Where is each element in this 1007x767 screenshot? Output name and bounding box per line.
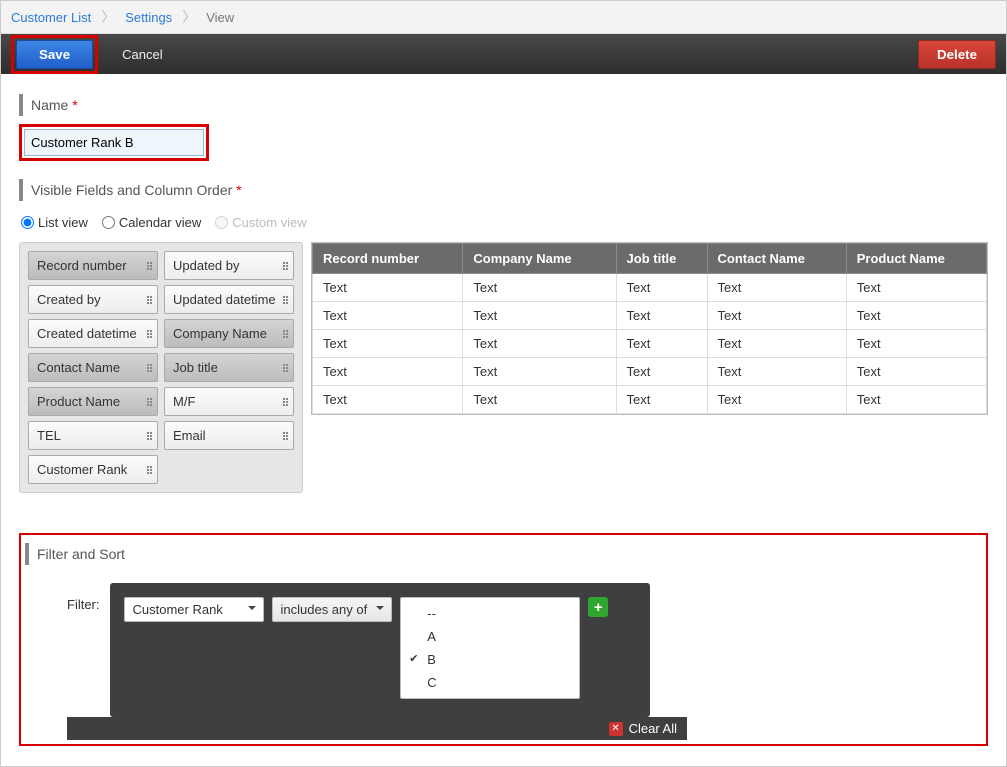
field-chip[interactable]: Created datetime — [28, 319, 158, 348]
field-chip[interactable]: TEL — [28, 421, 158, 450]
field-chip[interactable]: Company Name — [164, 319, 294, 348]
filter-label: Filter: — [67, 583, 100, 612]
grid-cell: Text — [846, 386, 986, 414]
grid-cell: Text — [707, 358, 846, 386]
required-asterisk-icon: * — [236, 182, 241, 198]
field-chip[interactable]: Updated by — [164, 251, 294, 280]
view-name-input[interactable] — [24, 129, 204, 156]
save-highlight: Save — [11, 35, 98, 74]
filter-sort-section-label: Filter and Sort — [25, 543, 986, 565]
filter-operator-select[interactable]: includes any of — [272, 597, 393, 622]
preview-grid: Record numberCompany NameJob titleContac… — [311, 242, 988, 415]
required-asterisk-icon: * — [72, 97, 77, 113]
table-row: TextTextTextTextText — [313, 302, 987, 330]
grid-cell: Text — [707, 386, 846, 414]
breadcrumb-current: View — [206, 10, 234, 25]
delete-button[interactable]: Delete — [918, 40, 996, 69]
grid-cell: Text — [313, 274, 463, 302]
grid-cell: Text — [616, 386, 707, 414]
grid-cell: Text — [846, 274, 986, 302]
grid-cell: Text — [616, 274, 707, 302]
grid-cell: Text — [707, 274, 846, 302]
radio-calendar-view[interactable]: Calendar view — [102, 215, 201, 230]
name-input-highlight — [19, 124, 209, 161]
breadcrumb-separator-icon: 〉 — [182, 7, 196, 27]
radio-list-view[interactable]: List view — [21, 215, 88, 230]
breadcrumb-link[interactable]: Settings — [125, 10, 172, 25]
field-chip[interactable]: Contact Name — [28, 353, 158, 382]
clear-all-icon[interactable]: ✕ — [609, 722, 623, 736]
grid-cell: Text — [463, 274, 616, 302]
table-row: TextTextTextTextText — [313, 274, 987, 302]
field-chip[interactable]: Created by — [28, 285, 158, 314]
visible-fields-section-label: Visible Fields and Column Order * — [19, 179, 988, 201]
filter-option[interactable]: A — [401, 625, 579, 648]
field-chip[interactable]: Product Name — [28, 387, 158, 416]
grid-cell: Text — [707, 302, 846, 330]
filter-value-options[interactable]: --ABC — [400, 597, 580, 699]
grid-cell: Text — [313, 358, 463, 386]
grid-cell: Text — [616, 358, 707, 386]
grid-cell: Text — [846, 330, 986, 358]
field-chip[interactable]: Email — [164, 421, 294, 450]
grid-cell: Text — [463, 358, 616, 386]
table-row: TextTextTextTextText — [313, 358, 987, 386]
grid-cell: Text — [846, 358, 986, 386]
field-chip[interactable]: Customer Rank — [28, 455, 158, 484]
add-filter-button[interactable]: + — [588, 597, 608, 617]
name-section-label: Name * — [19, 94, 988, 116]
cancel-button[interactable]: Cancel — [112, 41, 172, 68]
grid-column-header[interactable]: Product Name — [846, 244, 986, 274]
breadcrumb-separator-icon: 〉 — [101, 7, 115, 27]
field-palette: Record numberCreated byCreated datetimeC… — [19, 242, 303, 493]
grid-column-header[interactable]: Company Name — [463, 244, 616, 274]
filter-section-highlight: Filter and Sort Filter: Customer Rank in… — [19, 533, 988, 746]
view-type-radiogroup: List view Calendar view Custom view — [19, 209, 988, 242]
grid-cell: Text — [463, 302, 616, 330]
field-chip[interactable]: Record number — [28, 251, 158, 280]
grid-column-header[interactable]: Contact Name — [707, 244, 846, 274]
table-row: TextTextTextTextText — [313, 330, 987, 358]
filter-option[interactable]: C — [401, 671, 579, 694]
filter-panel: Customer Rank includes any of --ABC + — [110, 583, 650, 717]
filter-field-select[interactable]: Customer Rank — [124, 597, 264, 622]
clear-all-bar: ✕ Clear All — [67, 717, 687, 740]
grid-column-header[interactable]: Record number — [313, 244, 463, 274]
field-chip[interactable]: Job title — [164, 353, 294, 382]
grid-cell: Text — [313, 330, 463, 358]
filter-option[interactable]: B — [401, 648, 579, 671]
grid-column-header[interactable]: Job title — [616, 244, 707, 274]
breadcrumb-link[interactable]: Customer List — [11, 10, 91, 25]
save-button[interactable]: Save — [16, 40, 93, 69]
grid-cell: Text — [707, 330, 846, 358]
field-chip[interactable]: Updated datetime — [164, 285, 294, 314]
filter-option[interactable]: -- — [401, 602, 579, 625]
radio-custom-view: Custom view — [215, 215, 306, 230]
breadcrumbs: Customer List 〉 Settings 〉 View — [1, 1, 1006, 34]
clear-all-button[interactable]: Clear All — [629, 721, 677, 736]
grid-cell: Text — [616, 330, 707, 358]
grid-cell: Text — [463, 330, 616, 358]
grid-cell: Text — [616, 302, 707, 330]
grid-cell: Text — [313, 386, 463, 414]
field-chip[interactable]: M/F — [164, 387, 294, 416]
grid-cell: Text — [846, 302, 986, 330]
toolbar: Save Cancel Delete — [1, 34, 1006, 74]
grid-cell: Text — [463, 386, 616, 414]
table-row: TextTextTextTextText — [313, 386, 987, 414]
grid-cell: Text — [313, 302, 463, 330]
